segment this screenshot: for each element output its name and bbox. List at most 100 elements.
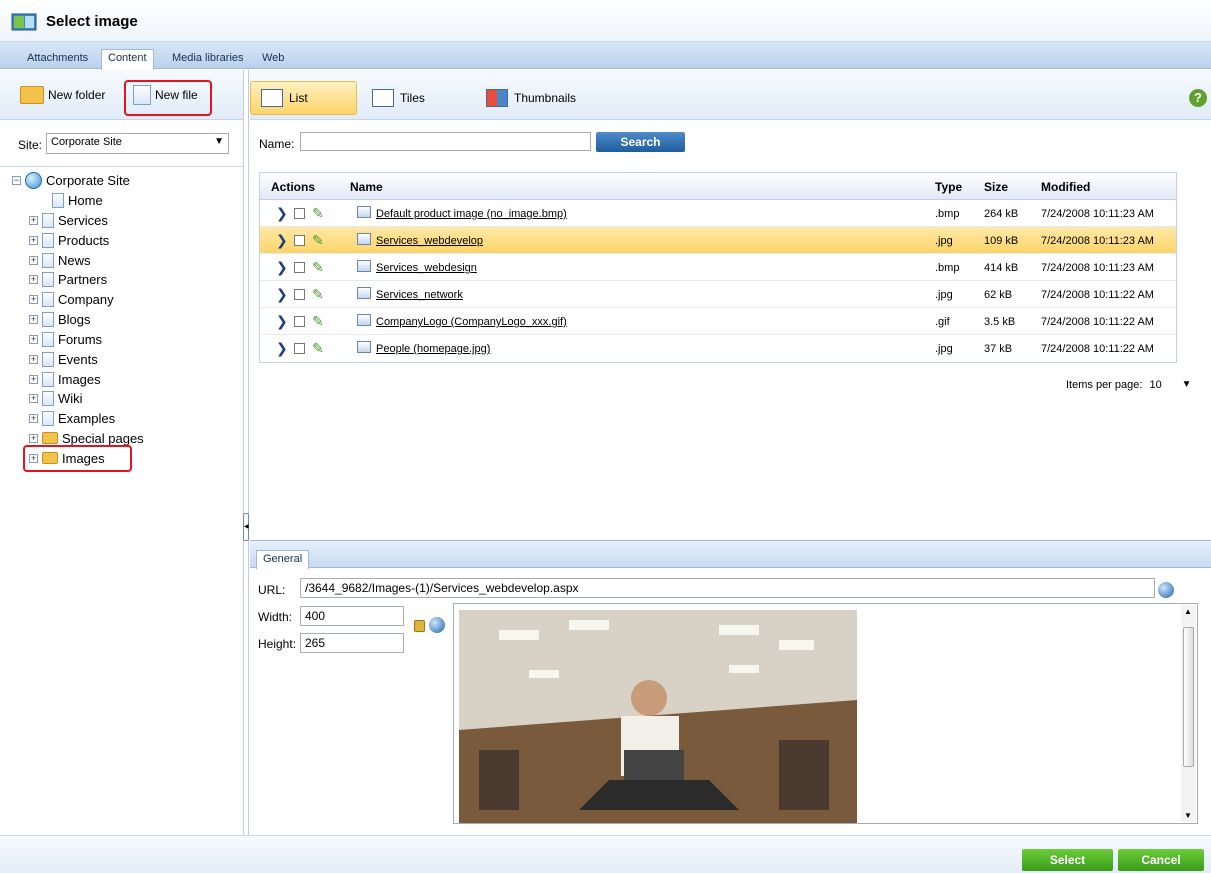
items-per-page-select[interactable]: 10 ▼ xyxy=(1146,379,1192,391)
tab-web[interactable]: Web xyxy=(256,50,290,69)
new-folder-button[interactable]: New folder xyxy=(20,81,105,109)
tree-node-events[interactable]: + Events xyxy=(29,350,98,368)
tree-node-forums[interactable]: + Forums xyxy=(29,330,102,348)
expand-icon[interactable]: + xyxy=(29,255,38,265)
expand-icon[interactable]: + xyxy=(29,215,38,225)
select-button[interactable]: Select xyxy=(1022,849,1113,871)
tiles-view-button[interactable]: Tiles xyxy=(372,81,425,115)
height-field[interactable]: 265 xyxy=(300,633,404,653)
view-icon[interactable] xyxy=(294,208,305,219)
reset-size-icon[interactable] xyxy=(429,617,445,633)
tab-attachments[interactable]: Attachments xyxy=(21,50,94,69)
lock-ratio-icon[interactable] xyxy=(414,620,425,632)
header-name[interactable]: Name xyxy=(350,180,383,194)
edit-pencil-icon[interactable]: ✎ xyxy=(312,313,324,330)
search-button[interactable]: Search xyxy=(596,132,685,152)
file-name-link[interactable]: Default product image (no_image.bmp) xyxy=(376,208,567,220)
content-tree: − Corporate Site Home + Services + Product… xyxy=(0,168,243,835)
select-arrow-icon[interactable]: ❯ xyxy=(276,232,288,249)
panel-splitter[interactable]: ◀ xyxy=(243,70,249,835)
tree-node-news[interactable]: + News xyxy=(29,251,91,269)
expand-icon[interactable]: + xyxy=(29,374,38,384)
expand-icon[interactable]: + xyxy=(29,393,38,403)
edit-pencil-icon[interactable]: ✎ xyxy=(312,232,324,249)
tree-node-blogs[interactable]: + Blogs xyxy=(29,310,91,328)
tree-node-label: Images xyxy=(58,371,101,387)
cancel-button[interactable]: Cancel xyxy=(1118,849,1204,871)
preview-scrollbar[interactable]: ▲ ▼ xyxy=(1181,605,1196,822)
file-name-link[interactable]: People (homepage.jpg) xyxy=(376,343,490,355)
tree-node-examples[interactable]: + Examples xyxy=(29,409,115,427)
expand-icon[interactable]: + xyxy=(29,413,38,423)
expand-icon[interactable]: + xyxy=(29,354,38,364)
expand-icon[interactable]: + xyxy=(29,294,38,304)
file-name-link[interactable]: CompanyLogo (CompanyLogo_xxx.gif) xyxy=(376,316,567,328)
header-type[interactable]: Type xyxy=(935,180,962,194)
url-refresh-icon[interactable] xyxy=(1158,582,1174,598)
select-arrow-icon[interactable]: ❯ xyxy=(276,259,288,276)
tree-node-company[interactable]: + Company xyxy=(29,290,114,308)
select-arrow-icon[interactable]: ❯ xyxy=(276,340,288,357)
view-icon[interactable] xyxy=(294,316,305,327)
tree-node-products[interactable]: + Products xyxy=(29,231,109,249)
scroll-up-icon[interactable]: ▲ xyxy=(1184,607,1192,616)
header-size[interactable]: Size xyxy=(984,180,1008,194)
header-modified[interactable]: Modified xyxy=(1041,180,1090,194)
name-search-input[interactable] xyxy=(300,132,591,151)
scroll-down-icon[interactable]: ▼ xyxy=(1184,811,1192,820)
file-modified: 7/24/2008 10:11:23 AM xyxy=(1041,235,1154,247)
tree-node-label: Products xyxy=(58,232,110,248)
url-field[interactable]: /3644_9682/Images-(1)/Services_webdevelo… xyxy=(300,578,1155,598)
tab-media-libraries[interactable]: Media libraries xyxy=(166,50,250,69)
edit-pencil-icon[interactable]: ✎ xyxy=(312,205,324,222)
expand-icon[interactable]: + xyxy=(29,314,38,324)
tree-node-label: Partners xyxy=(58,271,108,287)
tree-node-partners[interactable]: + Partners xyxy=(29,270,107,288)
tree-node-label: Examples xyxy=(58,410,116,426)
file-name-link[interactable]: Services_webdevelop xyxy=(376,235,483,247)
expand-icon[interactable]: + xyxy=(29,274,38,284)
thumbnails-view-button[interactable]: Thumbnails xyxy=(486,81,576,115)
table-row-selected[interactable]: ❯ ✎ Services_webdevelop .jpg 109 kB 7/24… xyxy=(260,227,1176,254)
collapse-left-icon[interactable]: ◀ xyxy=(243,513,249,541)
select-arrow-icon[interactable]: ❯ xyxy=(276,313,288,330)
width-field[interactable]: 400 xyxy=(300,606,404,626)
edit-pencil-icon[interactable]: ✎ xyxy=(312,340,324,357)
select-arrow-icon[interactable]: ❯ xyxy=(276,286,288,303)
items-per-page-label: Items per page: xyxy=(1066,379,1143,391)
collapse-icon[interactable]: − xyxy=(12,175,21,185)
view-icon[interactable] xyxy=(294,262,305,273)
height-label: Height: xyxy=(258,637,297,651)
scrollbar-thumb[interactable] xyxy=(1183,627,1194,767)
select-arrow-icon[interactable]: ❯ xyxy=(276,205,288,222)
edit-pencil-icon[interactable]: ✎ xyxy=(312,286,324,303)
list-view-button[interactable]: List xyxy=(250,81,357,115)
file-name-link[interactable]: Services_network xyxy=(376,289,463,301)
expand-icon[interactable]: + xyxy=(29,433,38,443)
tab-general[interactable]: General xyxy=(256,550,310,569)
tab-content[interactable]: Content xyxy=(101,49,154,70)
expand-icon[interactable]: + xyxy=(29,235,38,245)
table-row[interactable]: ❯ ✎ People (homepage.jpg) .jpg 37 kB 7/2… xyxy=(260,335,1176,362)
expand-icon[interactable]: + xyxy=(29,334,38,344)
site-select[interactable]: Corporate Site ▼ xyxy=(46,133,229,154)
file-name-link[interactable]: Services_webdesign xyxy=(376,262,477,274)
tree-node-root[interactable]: − Corporate Site xyxy=(12,171,130,189)
help-icon[interactable]: ? xyxy=(1189,89,1207,107)
table-row[interactable]: ❯ ✎ Default product image (no_image.bmp)… xyxy=(260,200,1176,227)
name-label: Name: xyxy=(259,137,295,151)
table-row[interactable]: ❯ ✎ CompanyLogo (CompanyLogo_xxx.gif) .g… xyxy=(260,308,1176,335)
tree-node-wiki[interactable]: + Wiki xyxy=(29,389,83,407)
edit-pencil-icon[interactable]: ✎ xyxy=(312,259,324,276)
tree-node-services[interactable]: + Services xyxy=(29,211,108,229)
tree-node-home[interactable]: Home xyxy=(52,191,103,209)
file-type: .jpg xyxy=(935,343,953,355)
view-icon[interactable] xyxy=(294,289,305,300)
tree-node-images[interactable]: + Images xyxy=(29,370,101,388)
page-icon xyxy=(42,311,54,327)
table-row[interactable]: ❯ ✎ Services_webdesign .bmp 414 kB 7/24/… xyxy=(260,254,1176,281)
view-icon[interactable] xyxy=(294,235,305,246)
view-icon[interactable] xyxy=(294,343,305,354)
table-row[interactable]: ❯ ✎ Services_network .jpg 62 kB 7/24/200… xyxy=(260,281,1176,308)
tiles-view-label: Tiles xyxy=(400,91,425,105)
